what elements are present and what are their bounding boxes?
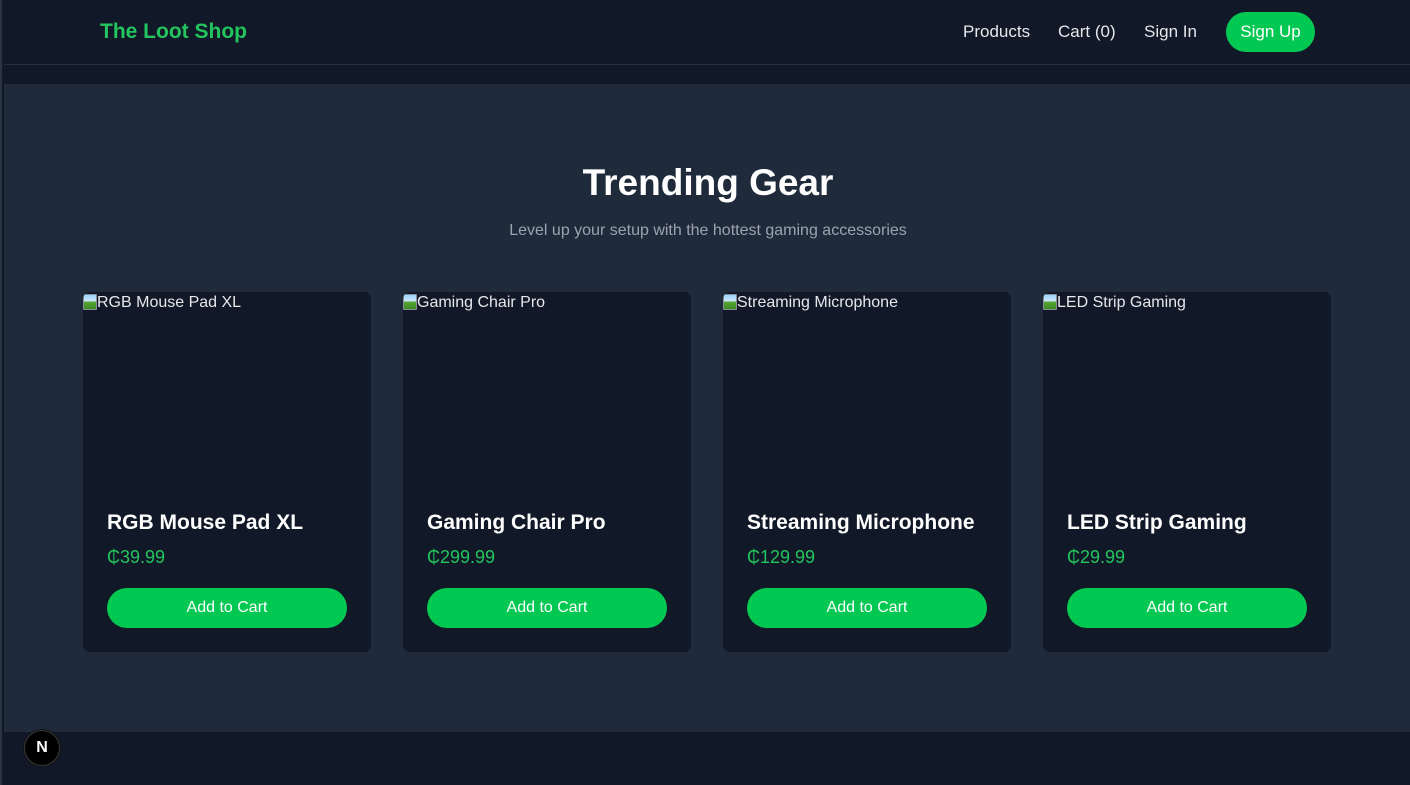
footer — [4, 732, 1410, 785]
navbar: The Loot Shop Products Cart (0) Sign In … — [4, 0, 1410, 65]
nav-link-sign-in[interactable]: Sign In — [1144, 22, 1197, 42]
trending-section: Trending Gear Level up your setup with t… — [4, 84, 1410, 732]
product-image: Gaming Chair Pro — [403, 292, 691, 484]
product-card: Streaming Microphone Streaming Microphon… — [723, 292, 1011, 652]
add-to-cart-button[interactable]: Add to Cart — [427, 588, 667, 628]
product-image-alt: Streaming Microphone — [737, 294, 898, 311]
add-to-cart-button[interactable]: Add to Cart — [107, 588, 347, 628]
product-price: ₵39.99 — [107, 547, 166, 567]
product-name: Streaming Microphone — [747, 511, 975, 534]
section-subtitle: Level up your setup with the hottest gam… — [509, 222, 907, 239]
product-card: Gaming Chair Pro Gaming Chair Pro ₵299.9… — [403, 292, 691, 652]
sign-up-button[interactable]: Sign Up — [1226, 12, 1315, 52]
product-image: Streaming Microphone — [723, 292, 1011, 484]
product-image: LED Strip Gaming — [1043, 292, 1331, 484]
product-image-alt: LED Strip Gaming — [1057, 294, 1186, 311]
product-image: RGB Mouse Pad XL — [83, 292, 371, 484]
product-price: ₵29.99 — [1067, 547, 1126, 567]
broken-image-icon — [723, 294, 737, 310]
app-frame: The Loot Shop Products Cart (0) Sign In … — [0, 0, 1410, 785]
broken-image-icon — [1043, 294, 1057, 310]
section-title: Trending Gear — [582, 162, 834, 203]
product-price: ₵129.99 — [747, 547, 816, 567]
site-logo[interactable]: The Loot Shop — [100, 20, 247, 44]
product-card: RGB Mouse Pad XL RGB Mouse Pad XL ₵39.99… — [83, 292, 371, 652]
nextjs-icon[interactable]: N — [24, 730, 60, 766]
add-to-cart-button[interactable]: Add to Cart — [747, 588, 987, 628]
broken-image-icon — [83, 294, 97, 310]
nav-link-products[interactable]: Products — [963, 22, 1030, 42]
product-image-alt: Gaming Chair Pro — [417, 294, 546, 311]
product-price: ₵299.99 — [427, 547, 496, 567]
header-spacer — [4, 65, 1410, 84]
product-card: LED Strip Gaming LED Strip Gaming ₵29.99… — [1043, 292, 1331, 652]
product-image-alt: RGB Mouse Pad XL — [97, 294, 242, 311]
product-name: Gaming Chair Pro — [427, 511, 606, 534]
product-name: RGB Mouse Pad XL — [107, 511, 304, 534]
nav-link-cart[interactable]: Cart (0) — [1058, 22, 1116, 42]
broken-image-icon — [403, 294, 417, 310]
dev-badge-letter: N — [36, 739, 48, 756]
add-to-cart-button[interactable]: Add to Cart — [1067, 588, 1307, 628]
product-name: LED Strip Gaming — [1067, 511, 1247, 534]
